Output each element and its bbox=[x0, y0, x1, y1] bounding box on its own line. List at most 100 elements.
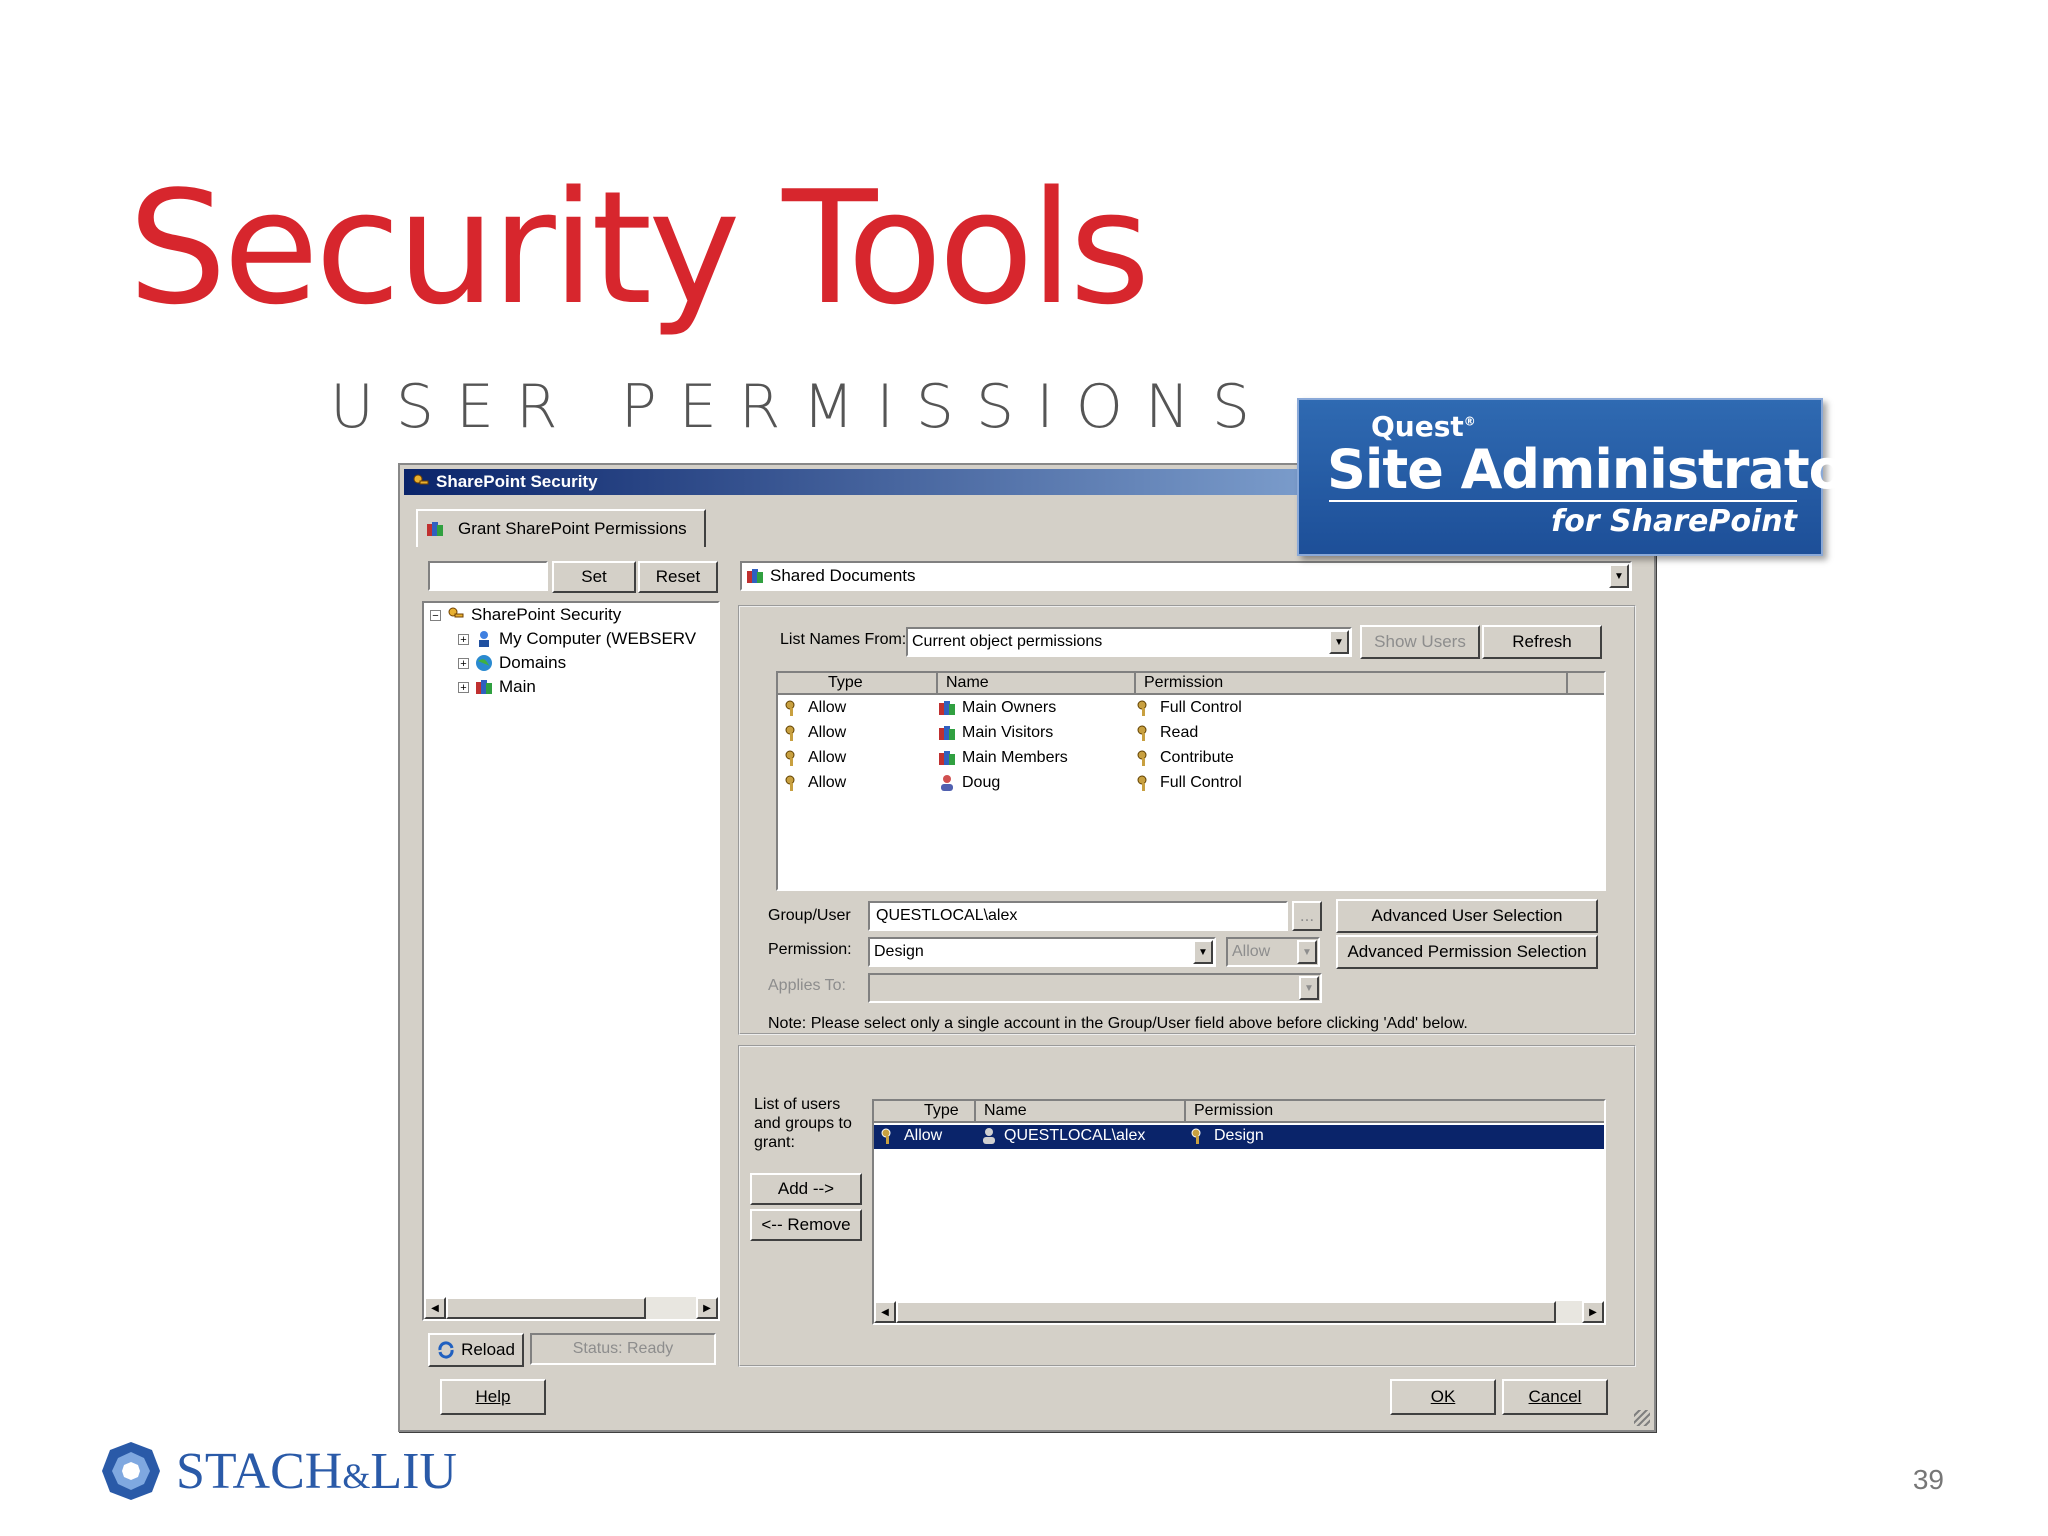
group-user-label: Group/User bbox=[768, 907, 851, 924]
refresh-icon bbox=[438, 1341, 454, 1359]
remove-button[interactable]: <-- Remove bbox=[750, 1209, 862, 1241]
keys-icon bbox=[413, 474, 429, 485]
computer-user-icon bbox=[479, 631, 489, 647]
slide-title: Security Tools bbox=[128, 157, 1150, 339]
key-icon bbox=[785, 750, 795, 766]
tab-label: Grant SharePoint Permissions bbox=[458, 519, 687, 538]
col-permission-header[interactable]: Permission bbox=[1186, 1101, 1604, 1123]
grant-group: List of users and groups to grant: Add -… bbox=[738, 1045, 1636, 1367]
grant-hscrollbar[interactable]: ◀ ▶ bbox=[874, 1301, 1604, 1323]
location-combo[interactable]: Shared Documents ▼ bbox=[740, 561, 1632, 591]
advanced-permission-selection-button[interactable]: Advanced Permission Selection bbox=[1336, 935, 1598, 969]
scroll-thumb[interactable] bbox=[446, 1297, 646, 1319]
key-icon bbox=[1137, 775, 1147, 791]
tree-node-my-computer[interactable]: + My Computer (WEBSERV bbox=[458, 629, 696, 649]
add-button[interactable]: Add --> bbox=[750, 1173, 862, 1205]
chevron-down-icon[interactable]: ▼ bbox=[1329, 630, 1349, 654]
reload-label: Reload bbox=[461, 1340, 515, 1359]
tree-label: Domains bbox=[499, 653, 567, 672]
globe-icon bbox=[476, 655, 492, 671]
resize-grip-icon[interactable] bbox=[1634, 1410, 1650, 1426]
chevron-down-icon[interactable]: ▼ bbox=[1193, 940, 1213, 964]
expand-icon[interactable]: + bbox=[458, 657, 469, 669]
list-names-value: Current object permissions bbox=[912, 633, 1103, 650]
tree-node-main[interactable]: + Main bbox=[458, 677, 536, 697]
stach-liu-logo: STACH&LIU bbox=[100, 1436, 457, 1506]
expand-icon[interactable]: + bbox=[458, 681, 469, 693]
quest-product: Site Administrator bbox=[1327, 438, 1871, 501]
group-icon bbox=[939, 726, 955, 740]
permissions-group: List Names From: Current object permissi… bbox=[738, 605, 1636, 1035]
help-button[interactable]: Help bbox=[440, 1379, 546, 1415]
key-icon bbox=[785, 775, 795, 791]
advanced-user-selection-button[interactable]: Advanced User Selection bbox=[1336, 899, 1598, 933]
group-user-value: QUESTLOCAL\alex bbox=[876, 907, 1018, 924]
status-text: Status: Ready bbox=[530, 1333, 716, 1365]
key-icon bbox=[881, 1128, 891, 1144]
tab-grant-permissions[interactable]: Grant SharePoint Permissions bbox=[416, 509, 706, 547]
tree-filter-input[interactable] bbox=[428, 561, 548, 591]
chevron-down-icon[interactable]: ▼ bbox=[1609, 564, 1629, 588]
user-icon bbox=[983, 1128, 995, 1144]
list-names-combo[interactable]: Current object permissions ▼ bbox=[906, 627, 1352, 657]
key-icon bbox=[1137, 700, 1147, 716]
folder-icon bbox=[747, 569, 763, 583]
reset-button[interactable]: Reset bbox=[638, 561, 718, 593]
set-button[interactable]: Set bbox=[552, 561, 636, 593]
chevron-down-icon[interactable]: ▼ bbox=[1297, 940, 1317, 964]
key-icon bbox=[1191, 1128, 1201, 1144]
col-name-header[interactable]: Name bbox=[976, 1101, 1186, 1123]
security-tree[interactable]: − SharePoint Security + My Computer (WEB… bbox=[422, 601, 720, 1321]
location-value: Shared Documents bbox=[770, 566, 916, 585]
page-number: 39 bbox=[1912, 1464, 1944, 1495]
user-icon bbox=[941, 775, 953, 791]
group-icon bbox=[476, 680, 492, 694]
tree-node-domains[interactable]: + Domains bbox=[458, 653, 566, 673]
col-permission-header[interactable]: Permission bbox=[1136, 673, 1568, 695]
refresh-button[interactable]: Refresh bbox=[1482, 625, 1602, 659]
scroll-right-icon[interactable]: ▶ bbox=[696, 1297, 718, 1319]
key-icon bbox=[785, 700, 795, 716]
show-users-button[interactable]: Show Users bbox=[1360, 625, 1480, 659]
ok-button[interactable]: OK bbox=[1390, 1379, 1496, 1415]
key-icon bbox=[1137, 725, 1147, 741]
col-name-header[interactable]: Name bbox=[938, 673, 1136, 695]
reload-button[interactable]: Reload bbox=[428, 1333, 524, 1367]
key-icon bbox=[1137, 750, 1147, 766]
grant-list[interactable]: Type Name Permission Allow QUESTLOCAL\al… bbox=[872, 1099, 1606, 1325]
scroll-left-icon[interactable]: ◀ bbox=[424, 1297, 446, 1319]
col-filler-header bbox=[1568, 673, 1604, 695]
scroll-right-icon[interactable]: ▶ bbox=[1582, 1301, 1604, 1323]
slide-subtitle: USER PERMISSIONS bbox=[330, 372, 1272, 442]
group-icon bbox=[427, 522, 443, 536]
selection-note: Note: Please select only a single accoun… bbox=[768, 1015, 1468, 1032]
permission-value: Design bbox=[874, 943, 924, 960]
table-row[interactable]: Allow QUESTLOCAL\alex Design bbox=[874, 1125, 1604, 1149]
scroll-thumb[interactable] bbox=[896, 1301, 1556, 1323]
sharepoint-security-dialog: SharePoint Security Grant SharePoint Per… bbox=[398, 463, 1656, 1432]
tree-label: My Computer (WEBSERV bbox=[499, 629, 697, 648]
expand-icon[interactable]: + bbox=[458, 633, 469, 645]
allow-combo[interactable]: Allow ▼ bbox=[1226, 937, 1320, 967]
allow-value: Allow bbox=[1232, 943, 1271, 960]
tree-node-root[interactable]: − SharePoint Security bbox=[430, 605, 621, 625]
collapse-icon[interactable]: − bbox=[430, 609, 441, 621]
tree-hscrollbar[interactable]: ◀ ▶ bbox=[424, 1297, 718, 1319]
tree-label: Main bbox=[499, 677, 536, 696]
scroll-left-icon[interactable]: ◀ bbox=[874, 1301, 896, 1323]
permission-combo[interactable]: Design ▼ bbox=[868, 937, 1216, 967]
col-type-header[interactable]: Type bbox=[874, 1101, 976, 1123]
permissions-list[interactable]: Type Name Permission Allow Main Owners F… bbox=[776, 671, 1606, 891]
group-user-input[interactable]: QUESTLOCAL\alex bbox=[868, 901, 1288, 931]
chevron-down-icon[interactable]: ▼ bbox=[1299, 976, 1319, 1000]
logo-divider bbox=[1329, 500, 1797, 502]
browse-button[interactable]: ... bbox=[1292, 901, 1322, 931]
key-icon bbox=[785, 725, 795, 741]
applies-to-combo[interactable]: ▼ bbox=[868, 973, 1322, 1003]
dialog-title: SharePoint Security bbox=[436, 472, 598, 491]
grant-list-label: List of users and groups to grant: bbox=[754, 1096, 852, 1151]
col-type-header[interactable]: Type bbox=[778, 673, 938, 695]
cancel-button[interactable]: Cancel bbox=[1502, 1379, 1608, 1415]
group-icon bbox=[939, 701, 955, 715]
stach-liu-wordmark: STACH&LIU bbox=[176, 1442, 457, 1500]
